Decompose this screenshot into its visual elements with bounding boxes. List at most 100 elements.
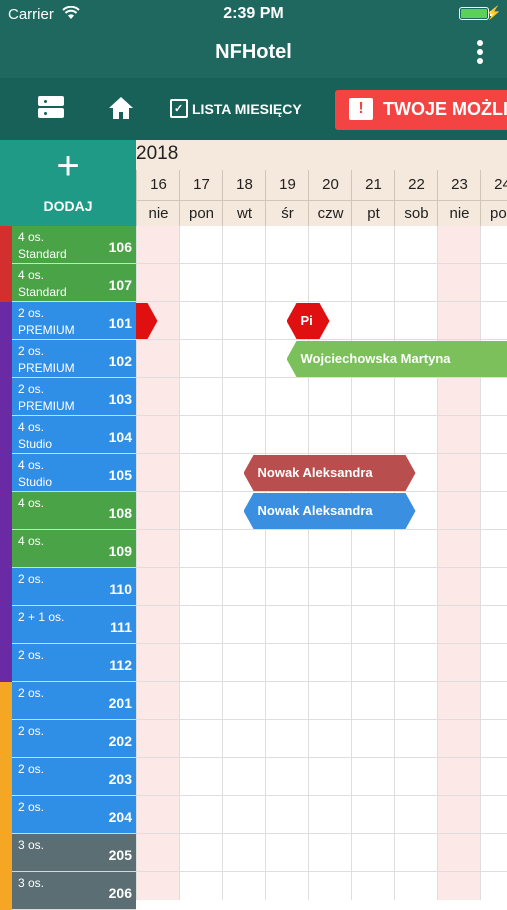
room-number: 110 <box>109 581 132 597</box>
reservation-bar[interactable]: Nowak Aleksandra <box>244 455 416 491</box>
room-capacity: 2 os. <box>18 306 44 320</box>
reservation-grid[interactable]: PiWojciechowska MartynaNowak AleksandraN… <box>136 226 507 900</box>
room-row-205[interactable]: 3 os. 205 <box>0 834 136 872</box>
calendar-check-icon[interactable] <box>170 99 188 118</box>
day-number: 24 <box>481 176 507 193</box>
floor-strip <box>0 720 12 758</box>
grid-row <box>136 720 507 758</box>
app-title: NFHotel <box>0 41 507 64</box>
day-name: nie <box>438 200 481 226</box>
day-header: 22sob <box>394 170 437 226</box>
room-capacity: 4 os. <box>18 420 44 434</box>
day-header: 23 nie <box>437 170 480 226</box>
day-name: wt <box>223 200 266 226</box>
month-list-button[interactable]: LISTA MIESIĘCY <box>192 101 302 117</box>
day-number: 16 <box>137 176 180 193</box>
room-number: 111 <box>110 619 132 635</box>
room-capacity: 4 os. <box>18 534 44 548</box>
day-header: 17pon <box>179 170 222 226</box>
room-type: Studio <box>18 437 52 451</box>
add-label: DODAJ <box>0 198 136 214</box>
room-number: 108 <box>109 505 132 521</box>
day-name: pon <box>180 200 223 226</box>
room-capacity: 2 os. <box>18 648 44 662</box>
room-row-103[interactable]: 2 os.PREMIUM103 <box>0 378 136 416</box>
floor-strip <box>0 796 12 834</box>
floor-strip <box>0 454 12 492</box>
day-number: 18 <box>223 176 266 193</box>
floor-strip <box>0 378 12 416</box>
day-number: 22 <box>395 176 438 193</box>
reservation-bar[interactable]: Wojciechowska Martyna <box>287 341 507 377</box>
room-row-109[interactable]: 4 os.109 <box>0 530 136 568</box>
room-row-101[interactable]: 2 os. PREMIUM 101 <box>0 302 136 340</box>
room-row-102[interactable]: 2 os.PREMIUM102 <box>0 340 136 378</box>
room-row-112[interactable]: 2 os.112 <box>0 644 136 682</box>
room-row-204[interactable]: 2 os. 204 <box>0 796 136 834</box>
day-name: śr <box>266 200 309 226</box>
room-row-108[interactable]: 4 os. 108 <box>0 492 136 530</box>
grid-row <box>136 606 507 644</box>
rooms-list-icon[interactable] <box>38 96 64 122</box>
day-header: 18 wt <box>222 170 265 226</box>
alert-message-icon: ! <box>349 98 373 120</box>
add-button[interactable]: + DODAJ <box>0 140 136 226</box>
room-row-111[interactable]: 2 + 1 os.111 <box>0 606 136 644</box>
day-header: 24pon <box>480 170 507 226</box>
grid-row <box>136 416 507 454</box>
room-type: PREMIUM <box>18 323 75 337</box>
room-number: 204 <box>109 809 132 825</box>
room-number: 107 <box>109 277 132 293</box>
room-number: 203 <box>109 771 132 787</box>
home-icon[interactable] <box>108 96 134 122</box>
room-row-203[interactable]: 2 os.203 <box>0 758 136 796</box>
room-number: 105 <box>109 467 132 483</box>
more-menu-icon[interactable] <box>475 40 485 66</box>
room-row-105[interactable]: 4 os.Studio105 <box>0 454 136 492</box>
room-number: 104 <box>109 429 132 445</box>
floor-strip <box>0 530 12 568</box>
year-header: 2018 <box>136 140 507 170</box>
room-number: 106 <box>109 239 132 255</box>
room-capacity: 3 os. <box>18 838 44 852</box>
your-options-button[interactable]: ! TWOJE MOŻLIW <box>335 90 507 130</box>
room-row-202[interactable]: 2 os. 202 <box>0 720 136 758</box>
grid-row <box>136 872 507 900</box>
room-capacity: 2 os. <box>18 344 44 358</box>
day-name: nie <box>137 200 180 226</box>
room-capacity: 2 os. <box>18 686 44 700</box>
battery-icon <box>459 7 489 20</box>
grid-row <box>136 568 507 606</box>
day-number: 23 <box>438 176 481 193</box>
floor-strip <box>0 758 12 796</box>
plus-icon: + <box>0 146 136 186</box>
room-row-206[interactable]: 3 os. 206 <box>0 872 136 910</box>
room-capacity: 2 os. <box>18 724 44 738</box>
room-type: Standard <box>18 285 67 299</box>
room-row-104[interactable]: 4 os. Studio 104 <box>0 416 136 454</box>
day-number: 19 <box>266 176 309 193</box>
floor-strip <box>0 264 12 302</box>
room-capacity: 2 os. <box>18 800 44 814</box>
floor-strip <box>0 416 12 454</box>
room-number: 206 <box>109 885 132 901</box>
room-number: 103 <box>109 391 132 407</box>
reservation-bar[interactable]: Nowak Aleksandra <box>244 493 416 529</box>
room-number: 101 <box>109 315 132 331</box>
clock: 2:39 PM <box>0 5 507 23</box>
day-header: 20czw <box>308 170 351 226</box>
room-row-106[interactable]: 4 os.Standard106 <box>0 226 136 264</box>
day-name: pt <box>352 200 395 226</box>
room-capacity: 4 os. <box>18 458 44 472</box>
grid-row <box>136 226 507 264</box>
room-capacity: 3 os. <box>18 876 44 890</box>
charging-icon: ⚡ <box>486 5 502 21</box>
room-row-110[interactable]: 2 os.110 <box>0 568 136 606</box>
room-number: 205 <box>109 847 132 863</box>
room-capacity: 4 os. <box>18 496 44 510</box>
room-row-201[interactable]: 2 os.201 <box>0 682 136 720</box>
floor-strip <box>0 644 12 682</box>
room-row-107[interactable]: 4 os.Standard107 <box>0 264 136 302</box>
room-number: 202 <box>109 733 132 749</box>
room-number: 102 <box>109 353 132 369</box>
